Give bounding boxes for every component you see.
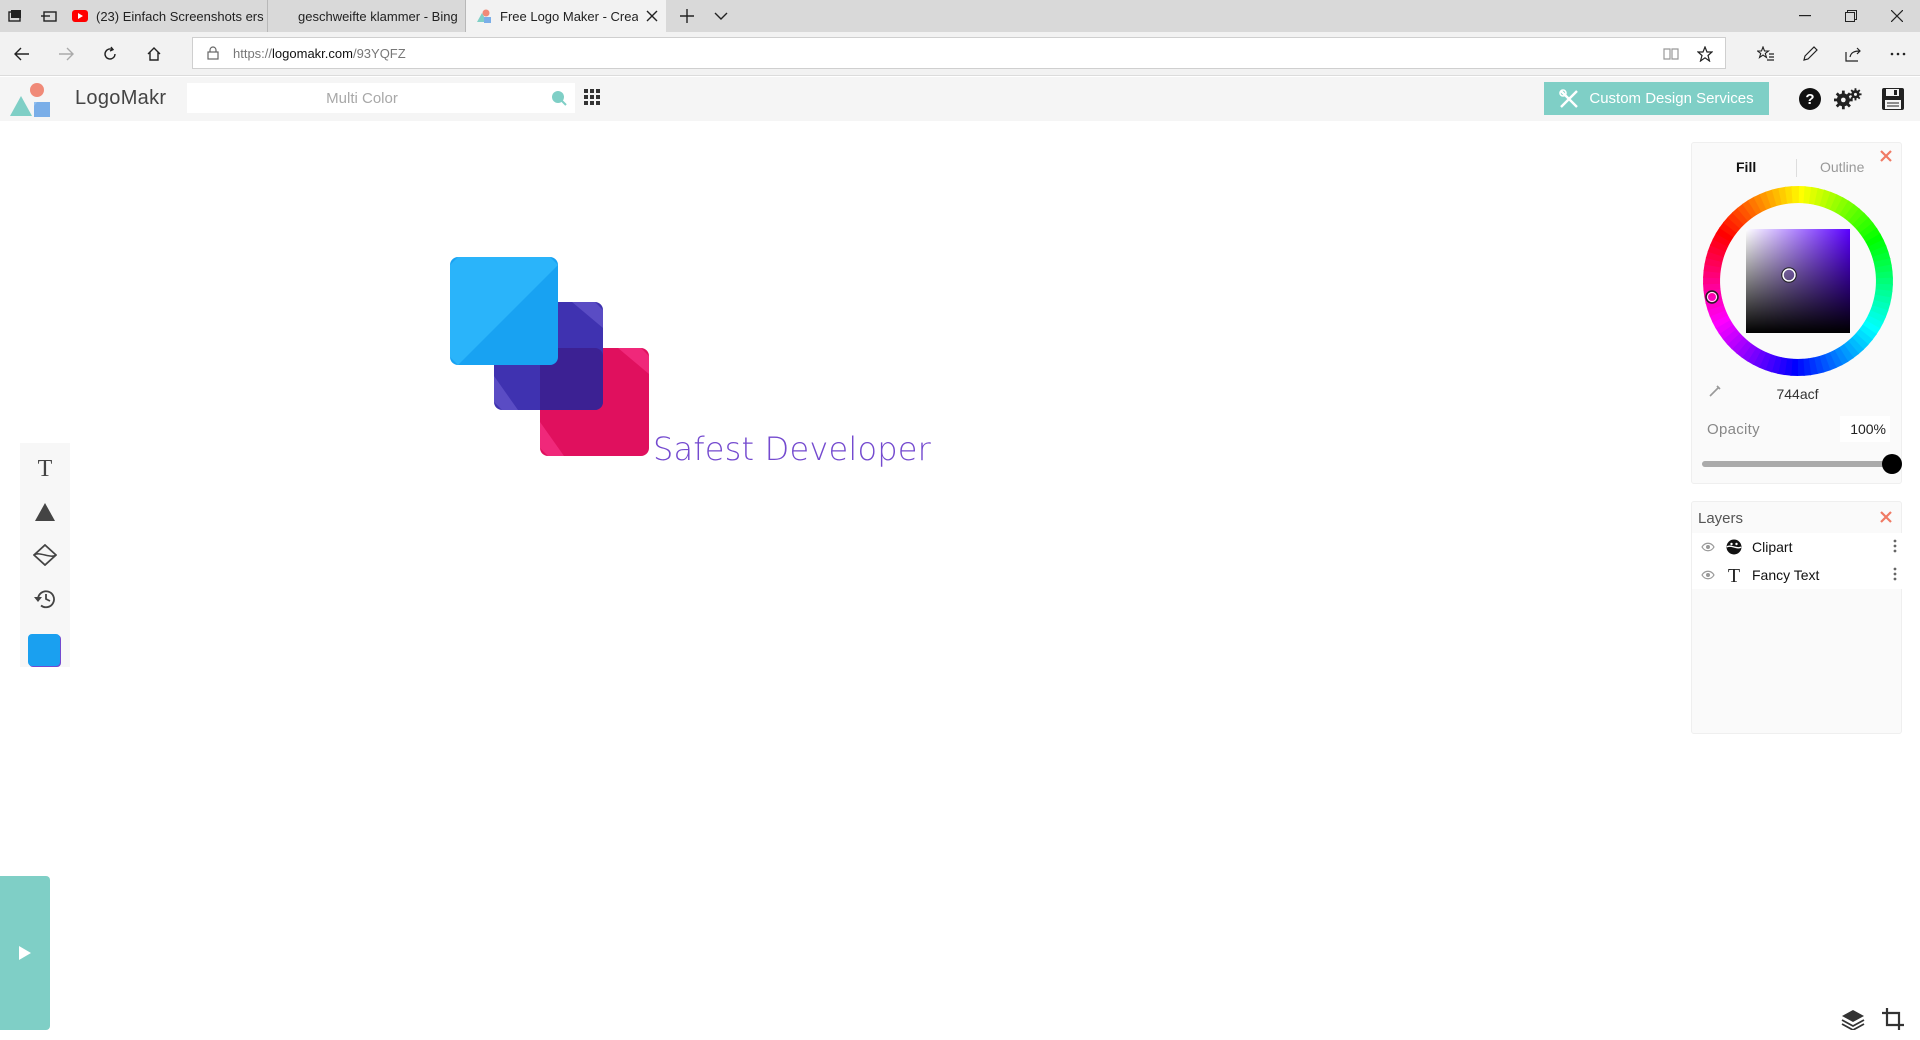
- history-icon[interactable]: [26, 580, 64, 618]
- help-icon[interactable]: ?: [1796, 85, 1824, 113]
- close-tab-icon[interactable]: [638, 10, 666, 22]
- url-text: https://logomakr.com/93YQFZ: [233, 46, 406, 61]
- logo-text[interactable]: Safest Developer: [653, 430, 931, 468]
- tab-label: (23) Einfach Screenshots ers: [96, 8, 264, 24]
- more-options-icon[interactable]: [1882, 38, 1914, 70]
- close-icon[interactable]: [1877, 508, 1895, 526]
- layer-name: Clipart: [1752, 539, 1793, 555]
- svg-text:T: T: [38, 457, 53, 479]
- youtube-icon: [72, 8, 88, 24]
- expand-panel-tab[interactable]: [0, 876, 50, 1030]
- tab-label: Free Logo Maker - Crea: [500, 8, 638, 24]
- refresh-icon[interactable]: [94, 38, 126, 70]
- layers-stack-icon[interactable]: [1838, 1004, 1868, 1034]
- tab-bing[interactable]: geschweifte klammer - Bing: [268, 0, 466, 32]
- forward-arrow-icon[interactable]: [50, 38, 82, 70]
- opacity-slider[interactable]: [1702, 454, 1902, 474]
- svg-text:?: ?: [1805, 91, 1814, 108]
- opacity-label: Opacity: [1707, 421, 1760, 438]
- layer-row-clipart[interactable]: Clipart: [1692, 533, 1903, 561]
- layer-menu-icon[interactable]: [1893, 567, 1897, 581]
- close-window-icon[interactable]: [1874, 0, 1920, 32]
- url-protocol: https://: [233, 46, 273, 61]
- brand-name[interactable]: LogoMakr: [75, 87, 166, 110]
- tab-outline[interactable]: Outline: [1820, 159, 1864, 175]
- favorite-star-icon[interactable]: [1693, 42, 1717, 66]
- custom-design-label: Custom Design Services: [1589, 90, 1754, 107]
- opacity-value-field[interactable]: 100%: [1840, 416, 1890, 442]
- apps-grid-icon[interactable]: [584, 89, 600, 105]
- add-shape-icon[interactable]: [26, 493, 64, 531]
- crop-icon[interactable]: [1878, 1004, 1908, 1034]
- home-icon[interactable]: [138, 38, 170, 70]
- minimize-icon[interactable]: [1782, 0, 1828, 32]
- back-arrow-icon[interactable]: [6, 38, 38, 70]
- add-text-icon[interactable]: T: [26, 449, 64, 487]
- browser-nav-bar: https://logomakr.com/93YQFZ: [0, 32, 1920, 76]
- search-icon[interactable]: [551, 90, 567, 106]
- close-icon[interactable]: [1877, 147, 1895, 165]
- play-icon: [18, 945, 32, 961]
- tab-label: geschweifte klammer - Bing: [298, 8, 458, 24]
- layer-name: Fancy Text: [1752, 567, 1820, 583]
- search-input[interactable]: [187, 83, 537, 113]
- layer-row-fancy-text[interactable]: T Fancy Text: [1692, 561, 1903, 589]
- visibility-eye-icon[interactable]: [1701, 542, 1715, 552]
- browser-tab-bar: (23) Einfach Screenshots ers geschweifte…: [0, 0, 1920, 32]
- clipart-icon: [1725, 538, 1743, 556]
- color-panel: Fill Outline 744acf Opacity 100%: [1691, 142, 1902, 484]
- visibility-eye-icon[interactable]: [1701, 570, 1715, 580]
- clipart-library-icon[interactable]: [26, 536, 64, 574]
- share-icon[interactable]: [1838, 38, 1870, 70]
- hue-segment: [1797, 358, 1805, 376]
- pen-notes-icon[interactable]: [1794, 38, 1826, 70]
- restore-icon[interactable]: [1828, 0, 1874, 32]
- opacity-slider-fill: [1702, 461, 1892, 467]
- tab-youtube[interactable]: (23) Einfach Screenshots ers: [62, 0, 268, 32]
- logomakr-logo-icon[interactable]: [10, 81, 56, 117]
- tab-fill[interactable]: Fill: [1736, 159, 1756, 175]
- url-host: logomakr.com: [272, 46, 353, 61]
- favorites-list-icon[interactable]: [1750, 38, 1782, 70]
- color-swatch[interactable]: [28, 634, 60, 666]
- logo-clipart[interactable]: [448, 254, 653, 459]
- save-icon[interactable]: [1879, 85, 1907, 113]
- layers-panel: Layers Clipart T Fancy Text: [1691, 501, 1903, 734]
- tools-icon: [1559, 88, 1579, 109]
- clipart-search: [187, 83, 575, 113]
- custom-design-services-button[interactable]: Custom Design Services: [1544, 82, 1769, 115]
- tab-preview-chevron-icon[interactable]: [704, 0, 738, 32]
- text-icon: T: [1725, 566, 1743, 584]
- svg-text:T: T: [1728, 566, 1740, 584]
- color-wheel[interactable]: [1702, 185, 1894, 377]
- tab-divider: [1796, 159, 1797, 177]
- opacity-slider-knob[interactable]: [1882, 454, 1902, 474]
- settings-gears-icon[interactable]: [1834, 85, 1862, 113]
- set-tabs-aside-icon[interactable]: [36, 0, 62, 32]
- tab-logomakr[interactable]: Free Logo Maker - Crea: [466, 0, 666, 32]
- lock-icon: [207, 46, 219, 60]
- logomakr-favicon: [476, 8, 492, 24]
- left-toolbar: T: [20, 443, 70, 667]
- layer-menu-icon[interactable]: [1893, 539, 1897, 553]
- address-bar[interactable]: https://logomakr.com/93YQFZ: [192, 37, 1726, 69]
- new-tab-icon[interactable]: [670, 0, 704, 32]
- url-path: /93YQFZ: [352, 46, 406, 61]
- tab-actions-icon[interactable]: [2, 0, 28, 32]
- reading-view-icon[interactable]: [1659, 42, 1683, 66]
- layers-title: Layers: [1698, 510, 1744, 527]
- hex-value[interactable]: 744acf: [1692, 386, 1903, 402]
- app-header: LogoMakr Custom Design Services ?: [0, 77, 1920, 121]
- hue-segment: [1791, 186, 1799, 204]
